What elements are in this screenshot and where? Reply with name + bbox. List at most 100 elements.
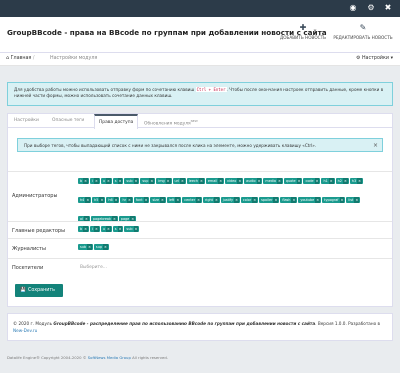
tag-chip[interactable]: h6 ×	[106, 197, 120, 203]
tag-chip[interactable]: h3 ×	[349, 178, 363, 184]
tag-chip[interactable]: h2 ×	[335, 178, 349, 184]
tag-chip[interactable]: justify ×	[220, 197, 240, 203]
tag-chip[interactable]: h1 ×	[321, 178, 335, 184]
remove-tag-icon[interactable]: ×	[99, 197, 105, 203]
tag-chip[interactable]: i ×	[90, 178, 100, 184]
remove-tag-icon[interactable]: ×	[175, 197, 181, 203]
remove-tag-icon[interactable]: ×	[165, 178, 171, 184]
remove-tag-icon[interactable]: ×	[234, 197, 239, 203]
remove-tag-icon[interactable]: ×	[83, 178, 88, 184]
tag-chip[interactable]: i ×	[90, 226, 100, 232]
tag-chip[interactable]: s ×	[112, 178, 124, 184]
remove-tag-icon[interactable]: ×	[133, 226, 139, 232]
remove-tag-icon[interactable]: ×	[117, 178, 123, 184]
remove-tag-icon[interactable]: ×	[291, 197, 297, 203]
globe-icon[interactable]: ◉	[348, 3, 358, 13]
add-news-label: ДОБАВИТЬ НОВОСТЬ	[279, 35, 327, 40]
tag-chip[interactable]: h5 ×	[92, 197, 106, 203]
remove-tag-icon[interactable]: ×	[160, 197, 165, 203]
remove-tag-icon[interactable]: ×	[314, 178, 320, 184]
remove-tag-icon[interactable]: ×	[196, 197, 201, 203]
tag-chip[interactable]: sub ×	[78, 244, 93, 250]
tag-chip[interactable]: typograf ×	[322, 197, 346, 203]
remove-tag-icon[interactable]: ×	[133, 178, 139, 184]
tag-chip[interactable]: font ×	[133, 197, 150, 203]
tag-chip[interactable]: video ×	[225, 178, 244, 184]
tag-chip[interactable]: sub ×	[124, 226, 140, 232]
remove-tag-icon[interactable]: ×	[199, 178, 204, 184]
visitors-label: Посетители	[12, 265, 44, 271]
tab-updates[interactable]: Обновления модуляNEW	[140, 114, 202, 128]
tag-chip[interactable]: flash ×	[280, 197, 298, 203]
remove-tag-icon[interactable]: ×	[252, 197, 258, 203]
tag-chip[interactable]: u ×	[100, 178, 112, 184]
tag-chip[interactable]: b ×	[78, 178, 89, 184]
remove-tag-icon[interactable]: ×	[93, 178, 99, 184]
settings-dropdown[interactable]: ⚙ Настройки ▾	[356, 56, 393, 61]
remove-tag-icon[interactable]: ×	[113, 197, 119, 203]
tag-chip[interactable]: youtube ×	[298, 197, 322, 203]
dev-link[interactable]: New-Dev.ru	[13, 328, 37, 333]
tag-chip[interactable]: color ×	[240, 197, 259, 203]
save-button[interactable]: 💾 Сохранить	[15, 284, 63, 297]
tag-chip[interactable]: url ×	[172, 178, 186, 184]
visitors-tag-select[interactable]: Выберите...	[80, 265, 107, 270]
remove-tag-icon[interactable]: ×	[354, 197, 360, 203]
tag-chip[interactable]: sub ×	[124, 178, 140, 184]
remove-tag-icon[interactable]: ×	[93, 226, 99, 232]
tag-chip[interactable]: quote ×	[283, 178, 303, 184]
remove-tag-icon[interactable]: ×	[85, 197, 91, 203]
remove-tag-icon[interactable]: ×	[105, 226, 111, 232]
remove-tag-icon[interactable]: ×	[237, 178, 243, 184]
remove-tag-icon[interactable]: ×	[276, 178, 282, 184]
remove-tag-icon[interactable]: ×	[256, 178, 262, 184]
close-icon[interactable]: ✖	[383, 3, 393, 13]
add-news-button[interactable]: ✚ ДОБАВИТЬ НОВОСТЬ	[277, 23, 329, 49]
tag-chip[interactable]: code ×	[303, 178, 321, 184]
tag-chip[interactable]: leech ×	[186, 178, 205, 184]
remove-tag-icon[interactable]: ×	[143, 197, 149, 203]
tag-chip[interactable]: spoiler ×	[259, 197, 280, 203]
tab-settings[interactable]: Настройки	[10, 114, 43, 128]
tag-chip[interactable]: right ×	[202, 197, 220, 203]
remove-tag-icon[interactable]: ×	[218, 178, 224, 184]
close-icon[interactable]: ×	[373, 142, 378, 149]
tag-chip[interactable]: sup ×	[93, 244, 109, 250]
tag-chip[interactable]: h4 ×	[78, 197, 92, 203]
tag-chip[interactable]: center ×	[182, 197, 202, 203]
tag-chip[interactable]: sup ×	[140, 178, 156, 184]
remove-tag-icon[interactable]: ×	[342, 178, 348, 184]
tag-chip[interactable]: email ×	[205, 178, 225, 184]
tag-chip[interactable]: size ×	[150, 197, 166, 203]
gear-icon[interactable]: ⚙	[366, 3, 376, 13]
remove-tag-icon[interactable]: ×	[296, 178, 302, 184]
remove-tag-icon[interactable]: ×	[339, 197, 345, 203]
softnews-link[interactable]: SoftNews Media Group	[88, 355, 131, 360]
remove-tag-icon[interactable]: ×	[149, 178, 155, 184]
tab-dangerous-tags[interactable]: Опасные теги	[48, 114, 88, 128]
tag-chip[interactable]: list ×	[346, 197, 361, 203]
tag-chip[interactable]: hr ×	[120, 197, 133, 203]
edit-news-button[interactable]: ✎ РЕДАКТИРОВАТЬ НОВОСТЬ	[333, 23, 393, 49]
remove-tag-icon[interactable]: ×	[83, 226, 88, 232]
remove-tag-icon[interactable]: ×	[315, 197, 321, 203]
breadcrumb-home[interactable]: ⌂ Главная /	[6, 56, 34, 61]
tag-chip[interactable]: b ×	[78, 226, 89, 232]
tag-chip[interactable]: audio ×	[244, 178, 263, 184]
remove-tag-icon[interactable]: ×	[117, 226, 123, 232]
remove-tag-icon[interactable]: ×	[357, 178, 362, 184]
remove-tag-icon[interactable]: ×	[328, 178, 334, 184]
remove-tag-icon[interactable]: ×	[127, 197, 132, 203]
remove-tag-icon[interactable]: ×	[103, 244, 108, 250]
remove-tag-icon[interactable]: ×	[180, 178, 185, 184]
remove-tag-icon[interactable]: ×	[87, 244, 92, 250]
remove-tag-icon[interactable]: ×	[273, 197, 279, 203]
remove-tag-icon[interactable]: ×	[105, 178, 111, 184]
tag-chip[interactable]: img ×	[156, 178, 172, 184]
remove-tag-icon[interactable]: ×	[213, 197, 219, 203]
tag-chip[interactable]: u ×	[100, 226, 112, 232]
tab-access-rights[interactable]: Права доступа	[94, 114, 139, 129]
tag-chip[interactable]: s ×	[112, 226, 124, 232]
tag-chip[interactable]: left ×	[166, 197, 182, 203]
tag-chip[interactable]: media ×	[263, 178, 283, 184]
